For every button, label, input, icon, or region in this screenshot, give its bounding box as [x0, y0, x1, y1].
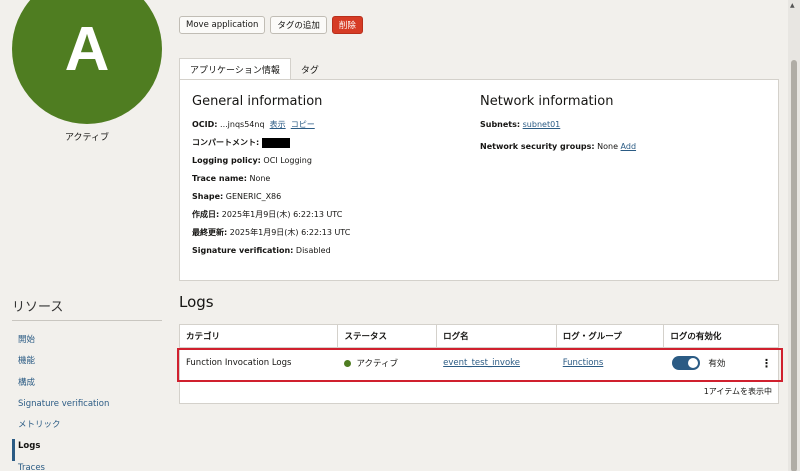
log-category: Function Invocation Logs: [186, 358, 292, 368]
compartment-row: コンパートメント:: [192, 137, 350, 155]
resource-item-functions[interactable]: 機能: [12, 354, 162, 375]
tab-tags[interactable]: タグ: [291, 58, 329, 80]
status-dot-icon: [344, 359, 352, 367]
row-actions-kebab-icon[interactable]: ⋮: [761, 357, 772, 370]
delete-button[interactable]: 削除: [331, 16, 363, 34]
ocid-row: OCID: ...jnqs54nq 表示 コピー: [192, 119, 350, 137]
created-label: 作成日:: [192, 210, 220, 219]
signature-label: Signature verification:: [192, 246, 294, 255]
detail-tabs: アプリケーション情報 タグ: [179, 58, 329, 80]
log-name-link[interactable]: event_test_invoke: [437, 358, 557, 368]
shape-row: Shape: GENERIC_X86: [192, 191, 350, 209]
subnet-link[interactable]: subnet01: [523, 120, 561, 129]
avatar-letter: A: [64, 14, 110, 84]
resources-title: リソース: [12, 300, 64, 315]
nsg-value: None: [597, 142, 618, 151]
trace-name-label: Trace name:: [192, 174, 247, 183]
resources-nav: 開始 機能 構成 Signature verification メトリック Lo…: [12, 333, 162, 471]
updated-value: 2025年1月9日(木) 6:22:13 UTC: [229, 228, 351, 237]
nsg-add-link[interactable]: Add: [621, 142, 637, 151]
resource-item-signature-verification[interactable]: Signature verification: [12, 397, 162, 418]
logs-table-header: カテゴリ ステータス ログ名 ログ・グループ ログの有効化: [180, 325, 778, 348]
column-status: ステータス: [338, 325, 438, 347]
column-log-group: ログ・グループ: [557, 325, 665, 347]
column-log-enabled: ログの有効化: [670, 332, 722, 342]
resource-item-configuration[interactable]: 構成: [12, 376, 162, 397]
network-information: Network information Subnets: subnet01 Ne…: [480, 94, 636, 159]
signature-row: Signature verification: Disabled: [192, 245, 350, 263]
resource-item-metrics[interactable]: メトリック: [12, 418, 162, 439]
subnets-label: Subnets:: [480, 120, 521, 129]
resource-item-traces[interactable]: Traces: [12, 461, 162, 471]
created-value: 2025年1月9日(木) 6:22:13 UTC: [221, 210, 343, 219]
created-row: 作成日: 2025年1月9日(木) 6:22:13 UTC: [192, 209, 350, 227]
shape-label: Shape:: [192, 192, 224, 201]
general-information: General information OCID: ...jnqs54nq 表示…: [192, 94, 350, 263]
ocid-value: ...jnqs54nq: [220, 120, 265, 129]
log-enable-toggle[interactable]: [672, 356, 701, 370]
ocid-label: OCID:: [192, 120, 218, 129]
resource-item-start[interactable]: 開始: [12, 333, 162, 354]
ocid-copy-link[interactable]: コピー: [291, 120, 315, 129]
resources-divider: [12, 320, 162, 321]
signature-value: Disabled: [295, 246, 331, 255]
logging-policy-value: OCI Logging: [263, 156, 312, 165]
column-category: カテゴリ: [180, 325, 339, 347]
move-application-button[interactable]: Move application: [179, 16, 266, 34]
logging-policy-label: Logging policy:: [192, 156, 261, 165]
nsg-label: Network security groups:: [480, 142, 595, 151]
scroll-up-icon[interactable]: ▲: [790, 2, 795, 9]
logs-title: Logs: [179, 293, 214, 311]
shape-value: GENERIC_X86: [225, 192, 282, 201]
table-row: Function Invocation Logs アクティブ event_tes…: [180, 348, 778, 378]
subnets-row: Subnets: subnet01: [480, 119, 636, 137]
item-count: 1アイテムを表示中: [703, 387, 772, 396]
logs-table: カテゴリ ステータス ログ名 ログ・グループ ログの有効化 Function I…: [179, 324, 779, 404]
compartment-label: コンパートメント:: [192, 138, 260, 147]
add-tag-button[interactable]: タグの追加: [270, 16, 327, 34]
resource-item-logs[interactable]: Logs: [12, 439, 162, 461]
log-status: アクティブ: [338, 357, 437, 369]
log-group-link[interactable]: Functions: [557, 358, 665, 368]
scroll-thumb[interactable]: [791, 60, 797, 471]
application-avatar: A: [12, 0, 162, 124]
application-info-panel: General information OCID: ...jnqs54nq 表示…: [179, 79, 779, 281]
ocid-show-link[interactable]: 表示: [270, 120, 286, 129]
trace-name-value: None: [249, 174, 271, 183]
general-heading: General information: [192, 94, 323, 109]
logging-policy-row: Logging policy: OCI Logging: [192, 155, 350, 173]
log-enable-label: 有効: [708, 359, 726, 369]
column-log-name: ログ名: [437, 325, 557, 347]
nsg-row: Network security groups: None Add: [480, 141, 636, 159]
action-toolbar: Move application タグの追加 削除: [179, 16, 363, 34]
page-scrollbar[interactable]: ▲: [788, 0, 800, 471]
log-status-text: アクティブ: [356, 359, 399, 369]
updated-row: 最終更新: 2025年1月9日(木) 6:22:13 UTC: [192, 227, 350, 245]
compartment-redacted: [261, 137, 290, 148]
updated-label: 最終更新:: [192, 228, 228, 237]
application-state: アクティブ: [64, 133, 109, 143]
tab-application-info[interactable]: アプリケーション情報: [179, 58, 291, 80]
trace-name-row: Trace name: None: [192, 173, 350, 191]
network-heading: Network information: [480, 94, 614, 109]
